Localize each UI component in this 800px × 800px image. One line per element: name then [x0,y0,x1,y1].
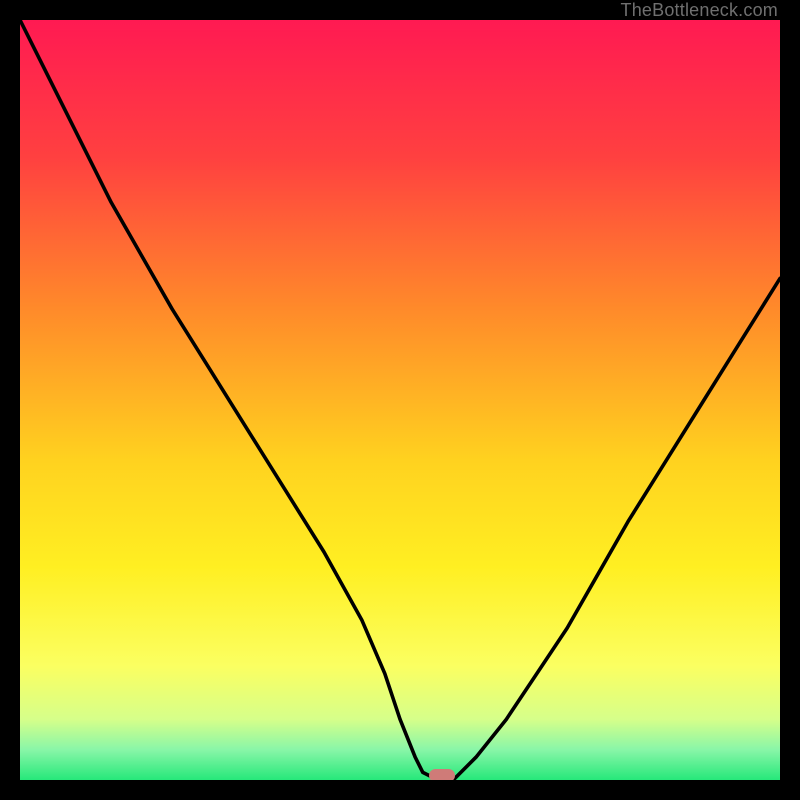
min-marker [429,769,455,780]
chart-frame: TheBottleneck.com [0,0,800,800]
plot-area [20,20,780,780]
attribution-text: TheBottleneck.com [621,0,778,21]
bottleneck-curve [20,20,780,780]
